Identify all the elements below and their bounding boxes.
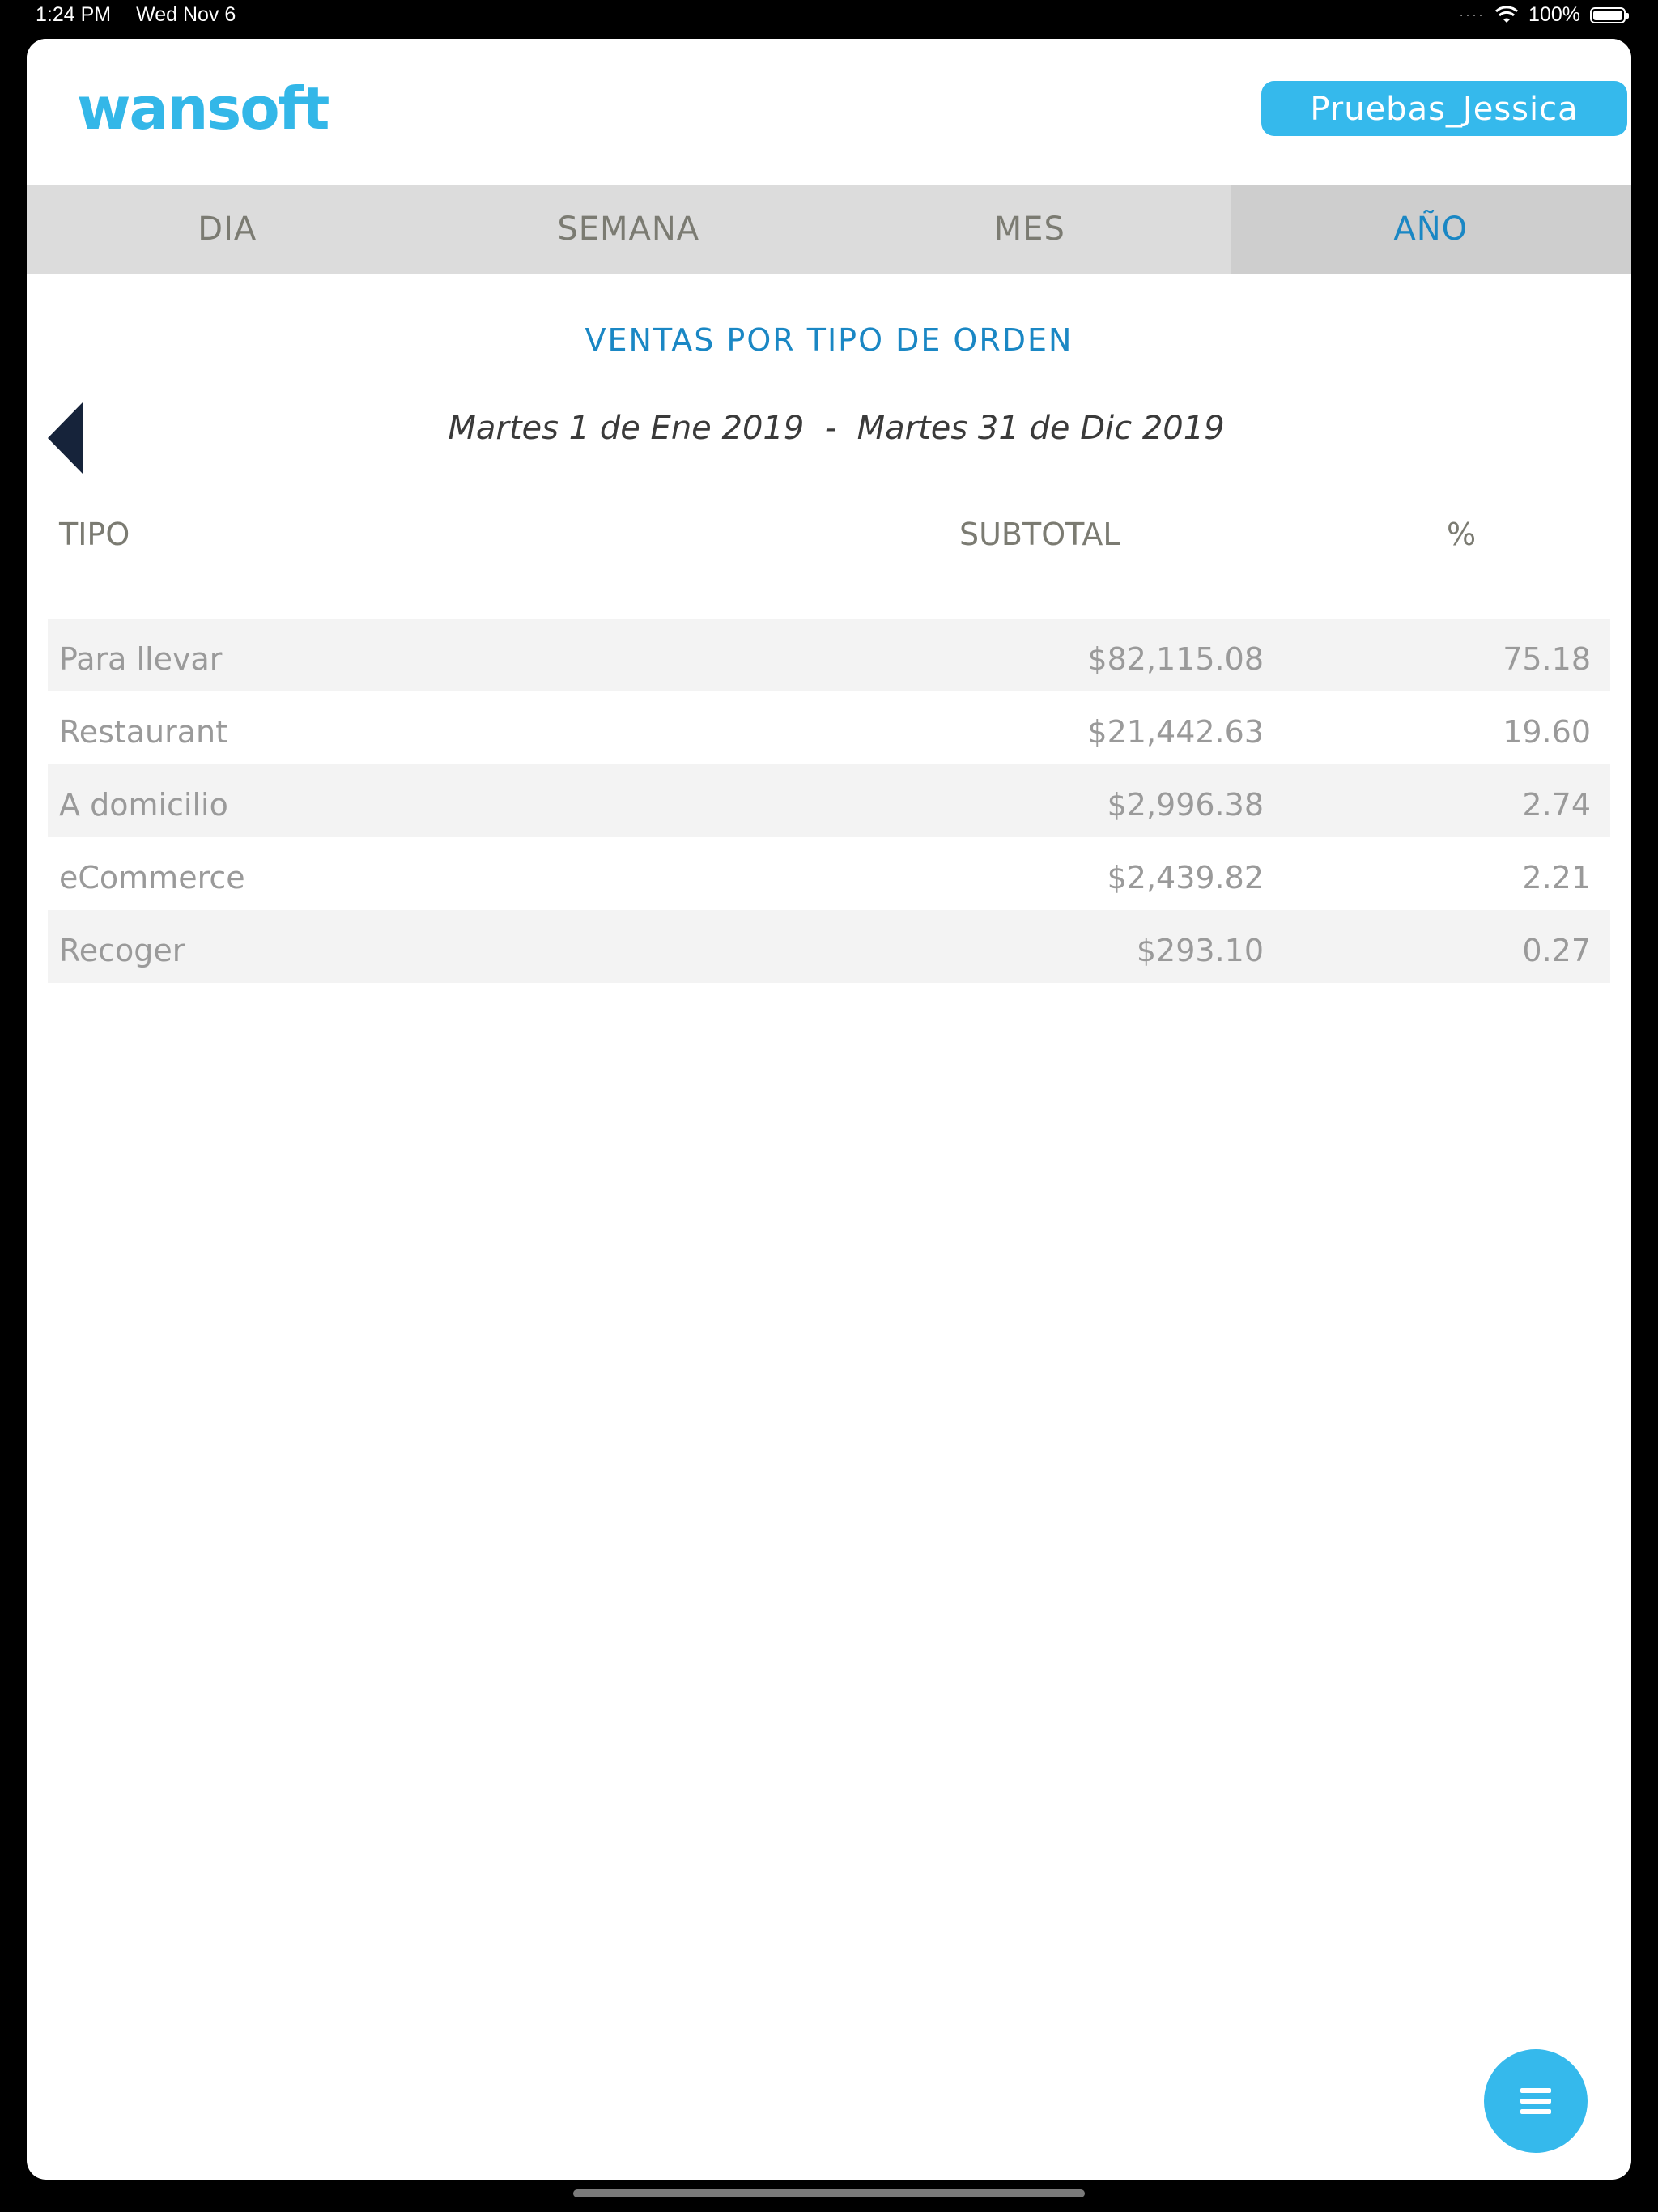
table-row: Restaurant $21,442.63 19.60 bbox=[48, 691, 1610, 764]
tab-semana[interactable]: SEMANA bbox=[428, 185, 830, 274]
menu-button[interactable] bbox=[1484, 2049, 1588, 2153]
cell-percent: 0.27 bbox=[1522, 933, 1591, 968]
cell-subtotal: $2,439.82 bbox=[1107, 860, 1264, 895]
battery-icon bbox=[1590, 6, 1629, 23]
cell-subtotal: $2,996.38 bbox=[1107, 787, 1264, 823]
column-header-subtotal: SUBTOTAL bbox=[959, 517, 1120, 552]
table-row: eCommerce $2,439.82 2.21 bbox=[48, 837, 1610, 910]
table-header: TIPO SUBTOTAL % bbox=[48, 517, 1610, 581]
tab-ano[interactable]: AÑO bbox=[1230, 185, 1631, 274]
user-account-button[interactable]: Pruebas_Jessica bbox=[1261, 81, 1627, 136]
app-header: wansoft Pruebas_Jessica bbox=[27, 39, 1631, 185]
cell-percent: 75.18 bbox=[1503, 641, 1591, 677]
status-bar: 1:24 PM Wed Nov 6 ···· 100% bbox=[0, 0, 1658, 36]
app-screen: wansoft Pruebas_Jessica DIA SEMANA MES A… bbox=[27, 39, 1631, 2180]
cell-percent: 2.21 bbox=[1522, 860, 1591, 895]
table-row: Recoger $293.10 0.27 bbox=[48, 910, 1610, 983]
table-row: Para llevar $82,115.08 75.18 bbox=[48, 619, 1610, 691]
home-indicator[interactable] bbox=[573, 2189, 1085, 2197]
cell-subtotal: $82,115.08 bbox=[1087, 641, 1264, 677]
sales-table: Para llevar $82,115.08 75.18 Restaurant … bbox=[48, 619, 1610, 983]
status-left: 1:24 PM Wed Nov 6 bbox=[36, 3, 236, 27]
tab-mes[interactable]: MES bbox=[829, 185, 1231, 274]
wifi-icon bbox=[1495, 5, 1519, 23]
period-tabs: DIA SEMANA MES AÑO bbox=[27, 185, 1631, 274]
cell-tipo: eCommerce bbox=[59, 860, 245, 895]
cell-tipo: A domicilio bbox=[59, 787, 228, 823]
battery-percentage: 100% bbox=[1528, 3, 1580, 26]
cell-subtotal: $21,442.63 bbox=[1087, 714, 1264, 750]
table-row: A domicilio $2,996.38 2.74 bbox=[48, 764, 1610, 837]
status-date: Wed Nov 6 bbox=[136, 3, 236, 26]
column-header-tipo: TIPO bbox=[59, 517, 130, 552]
cell-percent: 2.74 bbox=[1522, 787, 1591, 823]
wansoft-logo: wansoft bbox=[77, 74, 329, 143]
device-frame: 1:24 PM Wed Nov 6 ···· 100% wansoft Prue… bbox=[0, 0, 1658, 2212]
column-header-percent: % bbox=[1447, 517, 1477, 552]
date-range-label: Martes 1 de Ene 2019 - Martes 31 de Dic … bbox=[448, 410, 1225, 447]
tab-dia[interactable]: DIA bbox=[27, 185, 428, 274]
menu-icon bbox=[1520, 2088, 1551, 2114]
cell-subtotal: $293.10 bbox=[1136, 933, 1264, 968]
cell-percent: 19.60 bbox=[1503, 714, 1591, 750]
status-time: 1:24 PM bbox=[36, 3, 112, 26]
status-right: ···· 100% bbox=[1459, 3, 1629, 27]
cellular-signal-icon: ···· bbox=[1459, 6, 1486, 23]
cell-tipo: Para llevar bbox=[59, 641, 223, 677]
report-title: VENTAS POR TIPO DE ORDEN bbox=[585, 322, 1073, 358]
cell-tipo: Recoger bbox=[59, 933, 185, 968]
cell-tipo: Restaurant bbox=[59, 714, 228, 750]
